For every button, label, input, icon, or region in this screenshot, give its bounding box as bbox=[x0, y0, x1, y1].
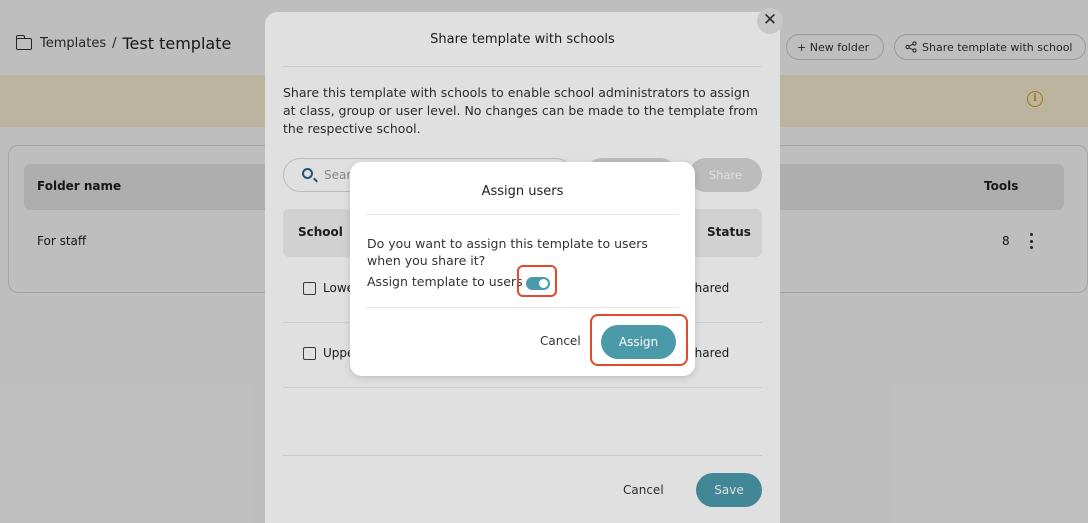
toggle-highlight bbox=[517, 265, 557, 297]
dialog-question: Do you want to assign this template to u… bbox=[367, 236, 648, 268]
dialog-cancel-button[interactable]: Cancel bbox=[540, 334, 581, 348]
assign-highlight bbox=[590, 314, 688, 366]
dialog-title: Assign users bbox=[481, 184, 564, 199]
divider bbox=[366, 214, 679, 215]
toggle-label: Assign template to users bbox=[367, 274, 523, 289]
divider bbox=[366, 307, 679, 308]
